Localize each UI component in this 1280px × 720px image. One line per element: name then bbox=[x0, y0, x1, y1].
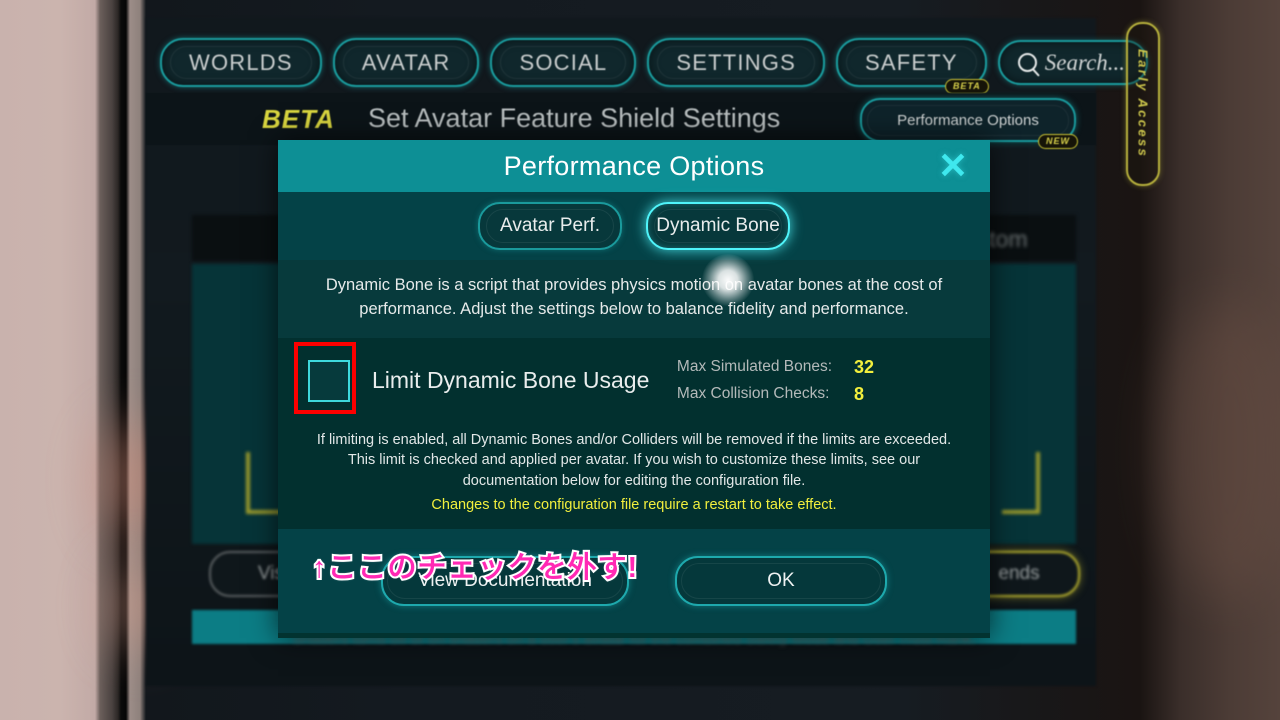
background-bracket-right bbox=[1002, 452, 1040, 514]
nav-label: SOCIAL bbox=[519, 49, 608, 75]
stat-value: 32 bbox=[854, 356, 875, 377]
dialog-header: Performance Options ✕ bbox=[278, 140, 990, 192]
tab-label: Avatar Perf. bbox=[500, 215, 600, 236]
nav-item-avatar[interactable]: AVATAR bbox=[332, 38, 480, 87]
ok-button[interactable]: OK bbox=[675, 556, 887, 607]
annotation-japanese-note: ↑ここのチェックを外す! bbox=[310, 550, 639, 586]
nav-item-safety[interactable]: SAFETY BETA bbox=[836, 38, 989, 94]
beta-badge: BETA bbox=[944, 79, 989, 94]
stat-key: Max Collision Checks: bbox=[676, 385, 830, 403]
nav-label: SAFETY bbox=[865, 49, 958, 75]
search-placeholder: Search... bbox=[1044, 49, 1126, 75]
nav-item-worlds[interactable]: WORLDS bbox=[160, 38, 322, 87]
dynamic-bone-stats: Max Simulated Bones: 32 Max Collision Ch… bbox=[677, 357, 962, 405]
dialog-tab-strip: Avatar Perf. Dynamic Bone bbox=[278, 192, 990, 306]
limit-dynamic-bone-row: Limit Dynamic Bone Usage Max Simulated B… bbox=[278, 337, 990, 424]
nav-item-social[interactable]: SOCIAL bbox=[490, 38, 637, 87]
performance-options-button[interactable]: Performance Options NEW bbox=[860, 98, 1078, 149]
notes-text: If limiting is enabled, all Dynamic Bone… bbox=[316, 431, 952, 489]
nav-label: SETTINGS bbox=[676, 49, 796, 75]
limit-dynamic-bone-label: Limit Dynamic Bone Usage bbox=[372, 367, 650, 394]
top-navigation: WORLDS AVATAR SOCIAL SETTINGS SAFETY BET… bbox=[160, 38, 1148, 94]
limit-dynamic-bone-checkbox[interactable] bbox=[308, 359, 350, 402]
performance-options-label: Performance Options bbox=[897, 111, 1039, 129]
nav-label: AVATAR bbox=[361, 49, 451, 75]
ok-label: OK bbox=[767, 570, 795, 592]
beta-tag: BETA bbox=[262, 104, 335, 134]
tab-label: Dynamic Bone bbox=[656, 215, 780, 236]
early-access-label: Early Access bbox=[1135, 49, 1151, 159]
performance-options-dialog: Performance Options ✕ Avatar Perf. Dynam… bbox=[278, 140, 990, 638]
tab-avatar-perf[interactable]: Avatar Perf. bbox=[478, 202, 622, 250]
stat-key: Max Simulated Bones: bbox=[676, 358, 832, 376]
screen: M ustom Visi ends Shaders turns off or o… bbox=[0, 0, 1280, 720]
tab-dynamic-bone[interactable]: Dynamic Bone bbox=[646, 202, 790, 250]
close-icon[interactable]: ✕ bbox=[938, 148, 968, 184]
new-badge: NEW bbox=[1038, 134, 1078, 149]
notes-warning-text: Changes to the configuration file requir… bbox=[431, 496, 837, 513]
dialog-description: Dynamic Bone is a script that provides p… bbox=[278, 260, 990, 338]
nav-item-settings[interactable]: SETTINGS bbox=[647, 38, 825, 87]
search-icon bbox=[1017, 53, 1037, 72]
page-title: Set Avatar Feature Shield Settings bbox=[368, 103, 781, 133]
early-access-tab[interactable]: Early Access bbox=[1126, 22, 1160, 186]
nav-label: WORLDS bbox=[189, 49, 293, 75]
dialog-notes: If limiting is enabled, all Dynamic Bone… bbox=[278, 423, 990, 530]
stat-value: 8 bbox=[854, 383, 865, 404]
dialog-title: Performance Options bbox=[503, 150, 765, 181]
